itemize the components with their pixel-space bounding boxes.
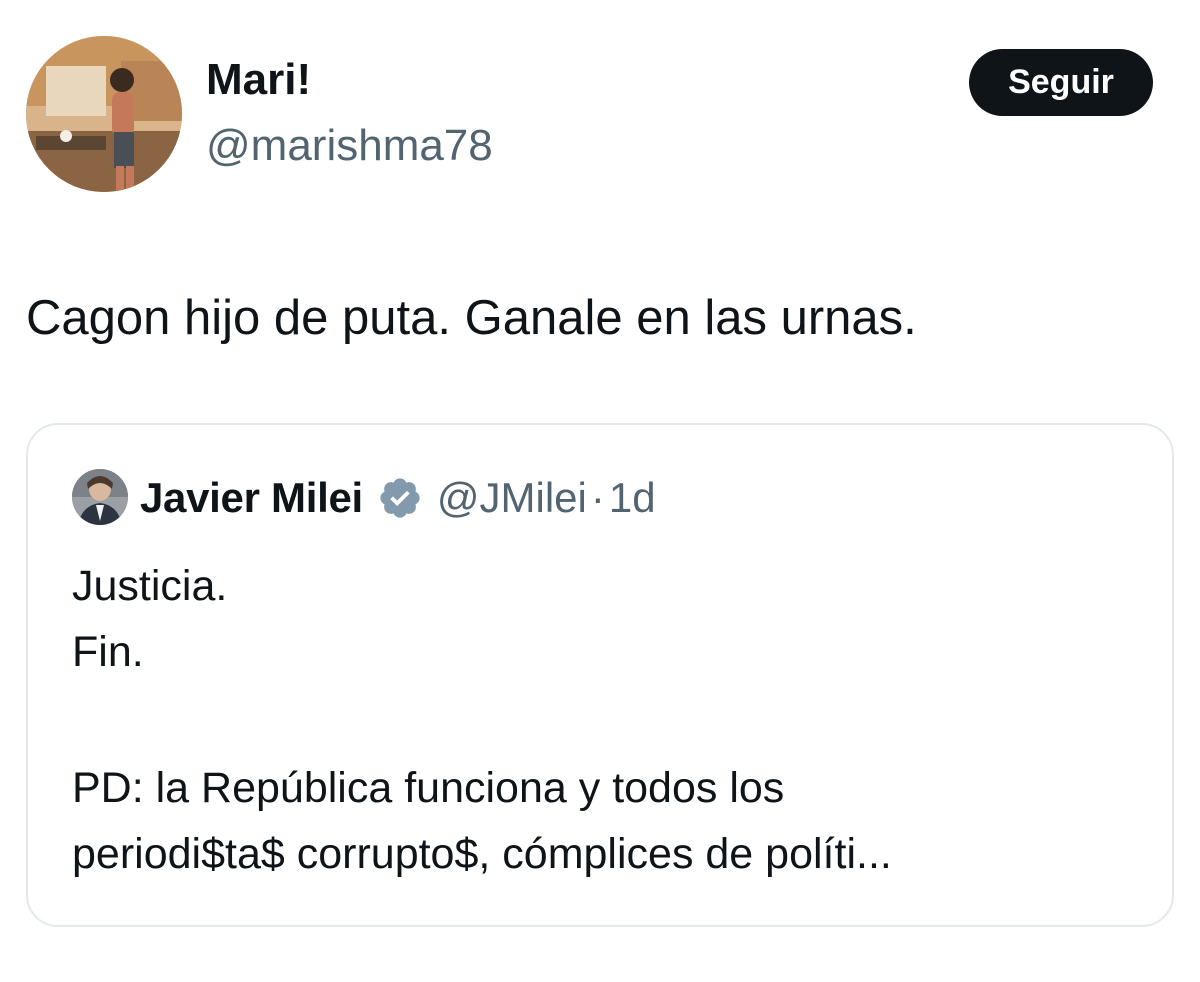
quoted-text-line: PD: la República funciona y todos los xyxy=(72,764,785,812)
author-handle[interactable]: @marishma78 xyxy=(206,118,493,174)
quoted-text-line: periodi$ta$ corrupto$, cómplices de polí… xyxy=(72,830,892,878)
quoted-author-avatar-image xyxy=(72,469,128,525)
quoted-author-avatar[interactable] xyxy=(72,469,128,525)
quoted-tweet-card[interactable]: Javier Milei @JMilei · 1d Justicia. Fin.… xyxy=(26,423,1174,927)
follow-button[interactable]: Seguir xyxy=(969,49,1153,116)
quoted-tweet-text: Justicia. Fin. PD: la República funciona… xyxy=(72,553,892,887)
author-avatar-image xyxy=(26,36,182,192)
tweet: Mari! @marishma78 Seguir Cagon hijo de p… xyxy=(0,0,1200,982)
quoted-author-handle[interactable]: @JMilei xyxy=(437,474,587,522)
author-avatar[interactable] xyxy=(26,36,182,192)
quoted-text-line: Fin. xyxy=(72,628,144,676)
quoted-tweet-header: Javier Milei @JMilei · 1d xyxy=(140,471,656,525)
verified-badge-icon xyxy=(377,475,423,521)
author-display-name[interactable]: Mari! xyxy=(206,52,311,108)
tweet-text: Cagon hijo de puta. Ganale en las urnas. xyxy=(26,291,917,345)
separator-dot: · xyxy=(590,474,605,521)
quoted-text-line: Justicia. xyxy=(72,562,228,610)
quoted-author-display-name[interactable]: Javier Milei xyxy=(140,474,363,522)
quoted-tweet-timestamp[interactable]: 1d xyxy=(609,474,656,522)
